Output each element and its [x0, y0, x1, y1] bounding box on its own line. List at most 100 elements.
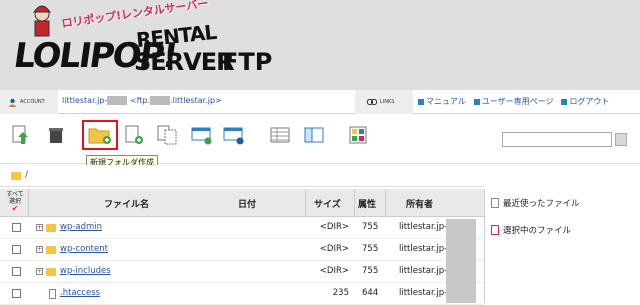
- new-folder-icon: [88, 128, 111, 144]
- folder-icon: [46, 224, 56, 232]
- link-chain-icon: [367, 99, 377, 105]
- link-manual[interactable]: マニュアル: [418, 96, 466, 107]
- table-row[interactable]: + wp-content <DIR> 755 littlestar.jp-: [0, 239, 484, 261]
- theme-icon: [349, 126, 367, 144]
- delete-button[interactable]: [44, 124, 68, 146]
- web-icon: [223, 127, 244, 145]
- file-name-link[interactable]: .htaccess: [60, 288, 100, 298]
- copy-icon: [157, 125, 177, 145]
- file-owner: littlestar.jp-: [399, 244, 448, 254]
- redacted-block: [446, 219, 476, 303]
- upload-button[interactable]: [8, 124, 32, 146]
- upload-icon: [12, 125, 28, 144]
- expand-icon[interactable]: +: [36, 246, 43, 253]
- file-owner: littlestar.jp-: [399, 222, 448, 232]
- file-size: <DIR>: [319, 244, 349, 254]
- link-manual-label: マニュアル: [426, 97, 466, 106]
- table-row[interactable]: + wp-includes <DIR> 755 littlestar.jp-: [0, 261, 484, 283]
- file-size: <DIR>: [319, 266, 349, 276]
- column-divider: [354, 189, 355, 217]
- account-url: littlestar.jp- <ftp. .littlestar.jp>: [62, 96, 222, 105]
- edit-file-icon: [491, 225, 499, 235]
- row-checkbox[interactable]: [12, 289, 21, 298]
- selected-files[interactable]: 選択中のファイル: [491, 224, 571, 236]
- current-path-link[interactable]: /: [25, 170, 28, 180]
- toolbar: 新規フォルダ作成: [0, 114, 640, 170]
- column-divider: [385, 189, 386, 217]
- file-owner: littlestar.jp-: [399, 288, 448, 298]
- link-user-page[interactable]: ユーザー専用ページ: [473, 96, 554, 107]
- account-url-part1: littlestar.jp-: [62, 96, 108, 105]
- user-icon: [8, 98, 17, 107]
- file-name-link[interactable]: wp-content: [60, 244, 108, 254]
- file-attr: 755: [362, 244, 379, 254]
- file-name-link[interactable]: wp-admin: [60, 222, 102, 232]
- list-view-button[interactable]: [268, 124, 292, 146]
- file-attr: 755: [362, 266, 379, 276]
- check-icon: ✔: [11, 204, 19, 213]
- folder-icon: [46, 246, 56, 254]
- redacted-block: [107, 96, 128, 105]
- recent-files[interactable]: 最近使ったファイル: [491, 197, 580, 209]
- table-row[interactable]: + wp-admin <DIR> 755 littlestar.jp-: [0, 217, 484, 239]
- mascot-icon: [33, 5, 51, 37]
- file-attr: 755: [362, 222, 379, 232]
- links-badge: LINKS: [355, 90, 413, 114]
- top-links: マニュアル ユーザー専用ページ ログアウト: [418, 96, 609, 107]
- file-table-header: すべて選択 ✔ ファイル名 日付 サイズ 属性 所有者: [0, 189, 484, 217]
- trash-icon: [49, 128, 63, 143]
- redacted-block: [150, 96, 171, 105]
- side-panel: 最近使ったファイル 選択中のファイル: [484, 189, 640, 303]
- col-size[interactable]: サイズ: [314, 197, 341, 210]
- select-all-label: すべて選択: [6, 191, 24, 205]
- arrow-bullet-icon: [418, 98, 424, 105]
- new-folder-button[interactable]: [88, 124, 112, 146]
- row-checkbox[interactable]: [12, 245, 21, 254]
- search-input[interactable]: [502, 132, 612, 147]
- col-owner[interactable]: 所有者: [406, 197, 433, 210]
- detail-view-button[interactable]: [302, 124, 326, 146]
- link-user-page-label: ユーザー専用ページ: [481, 97, 554, 106]
- file-owner: littlestar.jp-: [399, 266, 448, 276]
- recent-files-label: 最近使ったファイル: [503, 199, 580, 209]
- row-checkbox[interactable]: [12, 223, 21, 232]
- file-size: 235: [332, 288, 349, 298]
- file-icon: [491, 198, 499, 208]
- path-bar: /: [0, 165, 484, 187]
- col-name[interactable]: ファイル名: [104, 197, 149, 210]
- lolipop-logo: ロリポップ!レンタルサーバー LOLIPOP! RENTAL SERVER FT…: [6, 0, 306, 88]
- move-button[interactable]: [190, 124, 214, 146]
- column-divider: [305, 189, 306, 217]
- account-url-part2: <ftp.: [127, 96, 151, 105]
- file-name-link[interactable]: wp-includes: [60, 266, 111, 276]
- search-button[interactable]: [615, 133, 627, 146]
- copy-button[interactable]: [156, 124, 180, 146]
- link-logout[interactable]: ログアウト: [561, 96, 609, 107]
- col-attr[interactable]: 属性: [358, 197, 376, 210]
- account-url-part3: .littlestar.jp>: [170, 96, 222, 105]
- logo-ftp-text: FTP: [222, 48, 273, 76]
- new-file-icon: [125, 125, 143, 144]
- links-badge-label: LINKS: [380, 99, 395, 105]
- web-button[interactable]: [222, 124, 246, 146]
- arrow-bullet-icon: [473, 98, 480, 105]
- column-divider: [28, 189, 29, 217]
- file-icon: [49, 289, 56, 299]
- arrow-bullet-icon: [561, 98, 568, 105]
- file-size: <DIR>: [319, 222, 349, 232]
- file-attr: 644: [362, 288, 379, 298]
- link-logout-label: ログアウト: [569, 97, 610, 106]
- expand-icon[interactable]: +: [36, 224, 43, 231]
- expand-icon[interactable]: +: [36, 268, 43, 275]
- detail-view-icon: [304, 127, 324, 143]
- theme-button[interactable]: [346, 124, 370, 146]
- select-all[interactable]: すべて選択 ✔: [6, 191, 24, 213]
- col-date[interactable]: 日付: [238, 197, 256, 210]
- app-header: ロリポップ!レンタルサーバー LOLIPOP! RENTAL SERVER FT…: [0, 0, 640, 90]
- logo-server-text: SERVER: [134, 48, 235, 76]
- new-file-button[interactable]: [122, 124, 146, 146]
- folder-icon: [11, 172, 21, 180]
- folder-icon: [46, 268, 56, 276]
- row-checkbox[interactable]: [12, 267, 21, 276]
- table-row[interactable]: .htaccess 235 644 littlestar.jp-: [0, 283, 484, 305]
